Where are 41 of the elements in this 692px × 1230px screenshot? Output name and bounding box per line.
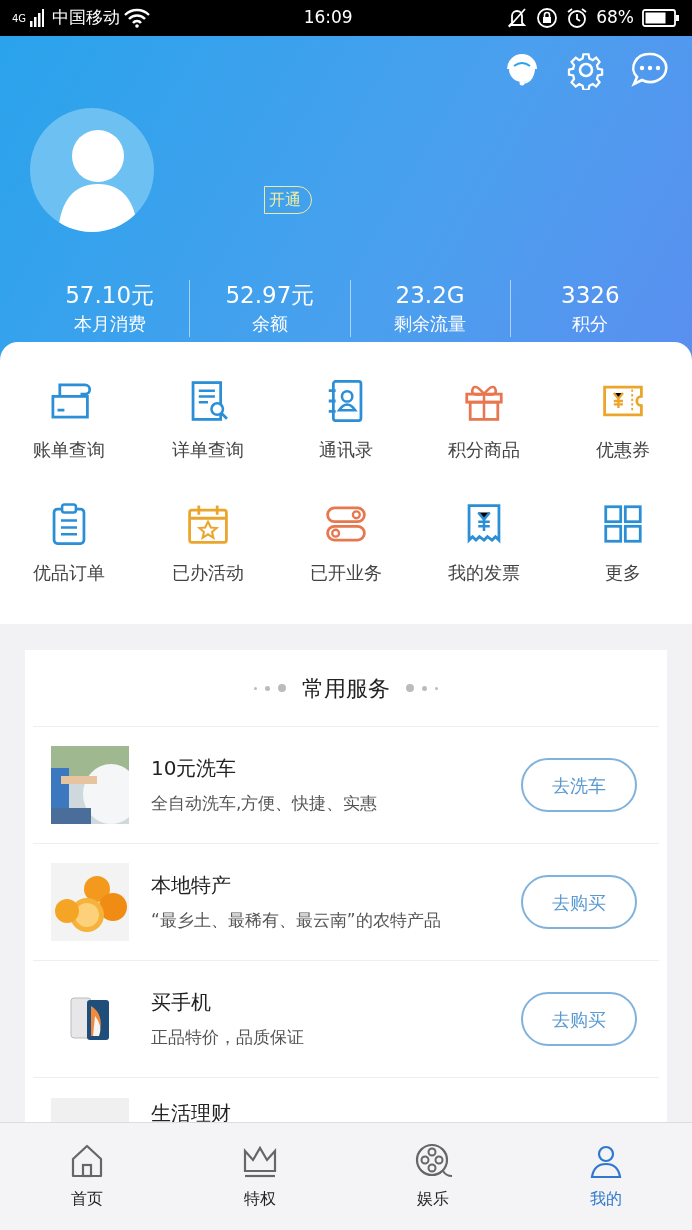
mute-icon: [506, 7, 529, 29]
clock-time: 16:09: [303, 7, 353, 28]
divider-dots-icon: [406, 684, 438, 692]
settings-icon[interactable]: [566, 50, 606, 90]
stat-value: 23.2G: [394, 281, 466, 310]
stat-label: 积分: [571, 312, 610, 336]
battery-icon: [642, 8, 680, 28]
service-description: 全自动洗车,方便、快捷、实惠: [151, 792, 379, 816]
shortcut-item[interactable]: 通讯录: [276, 378, 416, 492]
message-icon[interactable]: [630, 50, 670, 90]
service-description: 正品特价，品质保证: [151, 1026, 305, 1050]
tab-item[interactable]: 我的: [519, 1123, 692, 1230]
stat-label: 本月消费: [72, 312, 147, 336]
shortcut-item[interactable]: 积分商品: [415, 378, 554, 492]
shortcut-item[interactable]: 优惠券: [553, 378, 692, 492]
signal-icon: [30, 9, 45, 27]
tab-item[interactable]: 娱乐: [346, 1123, 519, 1230]
alarm-icon: [566, 7, 589, 29]
stat-label: 余额: [250, 312, 289, 336]
network-label: 4G: [12, 11, 27, 26]
shortcut-item[interactable]: 优品订单: [0, 501, 139, 615]
service-description: “最乡土、最稀有、最云南”的农特产品: [151, 909, 442, 933]
carrier-name: 中国移动: [52, 6, 121, 30]
service-title: 本地特产: [151, 872, 232, 900]
shortcut-item[interactable]: 已办活动: [138, 501, 277, 615]
stat-label: 剩余流量: [393, 312, 468, 336]
stat-value: 3326: [560, 281, 621, 310]
battery-level: 68%: [596, 6, 634, 30]
stat-value: 52.97元: [224, 281, 316, 310]
service-title: 10元洗车: [151, 755, 238, 783]
service-title: 买手机: [151, 989, 212, 1017]
wifi-icon: [124, 8, 151, 28]
shortcut-item[interactable]: 账单查询: [0, 378, 139, 492]
shortcut-item[interactable]: 更多: [553, 501, 692, 615]
stat-value: 57.10元: [64, 281, 156, 310]
shortcut-item[interactable]: 已开业务: [276, 501, 416, 615]
shortcut-item[interactable]: 详单查询: [138, 378, 277, 492]
divider-dots-icon: [254, 684, 286, 692]
shortcut-item[interactable]: 我的发票: [415, 501, 554, 615]
rotation-lock-icon: [536, 7, 559, 29]
section-title: 常用服务: [302, 674, 390, 703]
